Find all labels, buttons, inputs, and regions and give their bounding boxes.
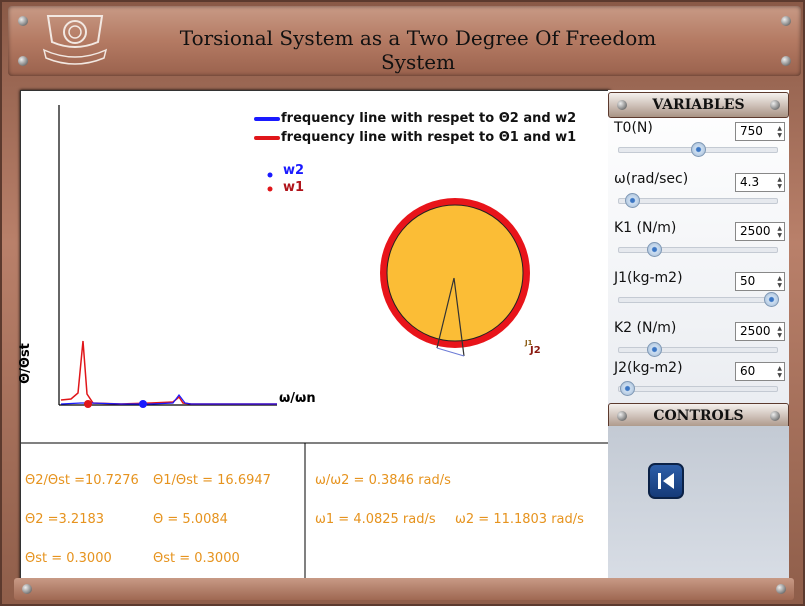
spinner-arrows-icon[interactable]: ▲ ▼ [777,365,782,379]
variable-value: 50 [740,274,756,288]
screw-icon [781,56,791,66]
variable-input[interactable]: 2500 ▲ ▼ [735,222,785,241]
red-frequency-line [60,340,277,405]
variable-slider[interactable] [618,381,778,396]
w2-legend: w2 [283,163,305,178]
spinner-arrows-icon[interactable]: ▲ ▼ [777,275,782,289]
variable-slider[interactable] [618,292,779,307]
disk-pointer-base [436,347,465,357]
screw-icon [617,100,627,110]
controls-body [608,426,789,581]
variable-label: ω(rad/sec) [614,171,689,187]
bottom-bar [14,578,794,600]
variable-input[interactable]: 750 ▲ ▼ [735,122,785,141]
variable-input[interactable]: 4.3 ▲ ▼ [735,173,785,192]
variable-value: 4.3 [740,175,760,189]
w2-value: ω2 = 11.1803 rad/s [455,512,584,527]
variable-value: 750 [740,124,763,138]
screw-icon [770,100,780,110]
screw-icon [781,16,791,26]
simulation-panel: frequency line with respet to Θ2 and w2 … [17,90,610,583]
variable-label: T0(N) [614,120,653,136]
step-back-icon [658,473,674,489]
simulation-canvas [21,105,609,582]
variable-label: J1(kg-m2) [614,270,683,286]
slider-thumb[interactable] [624,193,640,208]
slider-thumb[interactable] [691,142,706,157]
variable-slider[interactable] [618,142,778,157]
variable-value: 2500 [740,324,771,338]
step-back-button[interactable] [648,463,684,499]
w2-legend-dot [267,172,273,178]
frequency-ratio: ω/ω2 = 0.3846 rad/s [315,473,451,488]
variable-input[interactable]: 60 ▲ ▼ [735,362,785,381]
app-frame: Torsional System as a Two Degree Of Free… [0,0,805,606]
slider-thumb[interactable] [619,381,635,396]
theta-st-value: Θst = 0.3000 [25,551,112,566]
variable-value: 60 [740,364,756,378]
screw-icon [18,16,28,26]
variable-input[interactable]: 2500 ▲ ▼ [735,322,785,341]
slider-thumb[interactable] [763,292,779,307]
y-axis-label: Θ/Θst [17,343,33,384]
screw-icon [617,411,627,421]
spinner-arrows-icon[interactable]: ▲ ▼ [777,225,782,239]
variables-header: VARIABLES [608,92,789,118]
spinner-arrows-icon[interactable]: ▲ ▼ [777,125,782,139]
variable-input[interactable]: 50 ▲ ▼ [735,272,785,291]
slider-thumb[interactable] [646,242,662,257]
w1-point [84,400,92,408]
theta2-value: Θ2 =3.2183 [25,512,105,527]
title-bar: Torsional System as a Two Degree Of Free… [8,6,801,76]
screw-icon [770,411,780,421]
theta-value: Θ = 5.0084 [153,512,228,527]
w1-legend: w1 [283,180,305,195]
variable-slider[interactable] [618,242,778,257]
j2-label: J2 [530,345,541,356]
theta2-ratio: Θ2/Θst =10.7276 [25,473,139,488]
variable-label: K2 (N/m) [614,320,677,336]
screw-icon [776,584,786,594]
w2-point [139,400,147,408]
page-title: Torsional System as a Two Degree Of Free… [179,26,657,74]
blue-frequency-line [60,394,277,405]
variable-label: K1 (N/m) [614,220,677,236]
variable-slider[interactable] [618,193,778,208]
screw-icon [22,584,32,594]
institute-logo [42,15,108,65]
right-panel: VARIABLES T0(N) 750 ▲ ▼ ω(rad/sec) 4.3 ▲ ▼ K1 (N… [608,90,789,581]
spinner-arrows-icon[interactable]: ▲ ▼ [777,176,782,190]
variable-label: J2(kg-m2) [614,360,683,376]
red-line-legend: frequency line with respet to Θ1 and w1 [281,130,577,145]
screw-icon [18,56,28,66]
w1-legend-dot [267,186,273,192]
blue-line-legend: frequency line with respet to Θ2 and w2 [281,111,577,126]
variable-value: 2500 [740,224,771,238]
theta1-ratio: Θ1/Θst = 16.6947 [153,473,271,488]
spinner-arrows-icon[interactable]: ▲ ▼ [777,325,782,339]
w1-value: ω1 = 4.0825 rad/s [315,512,436,527]
x-axis-label: ω/ωn [279,391,316,406]
disk-face [386,204,524,342]
theta-st-value: Θst = 0.3000 [153,551,240,566]
variable-slider[interactable] [618,342,778,357]
slider-thumb[interactable] [646,342,662,357]
